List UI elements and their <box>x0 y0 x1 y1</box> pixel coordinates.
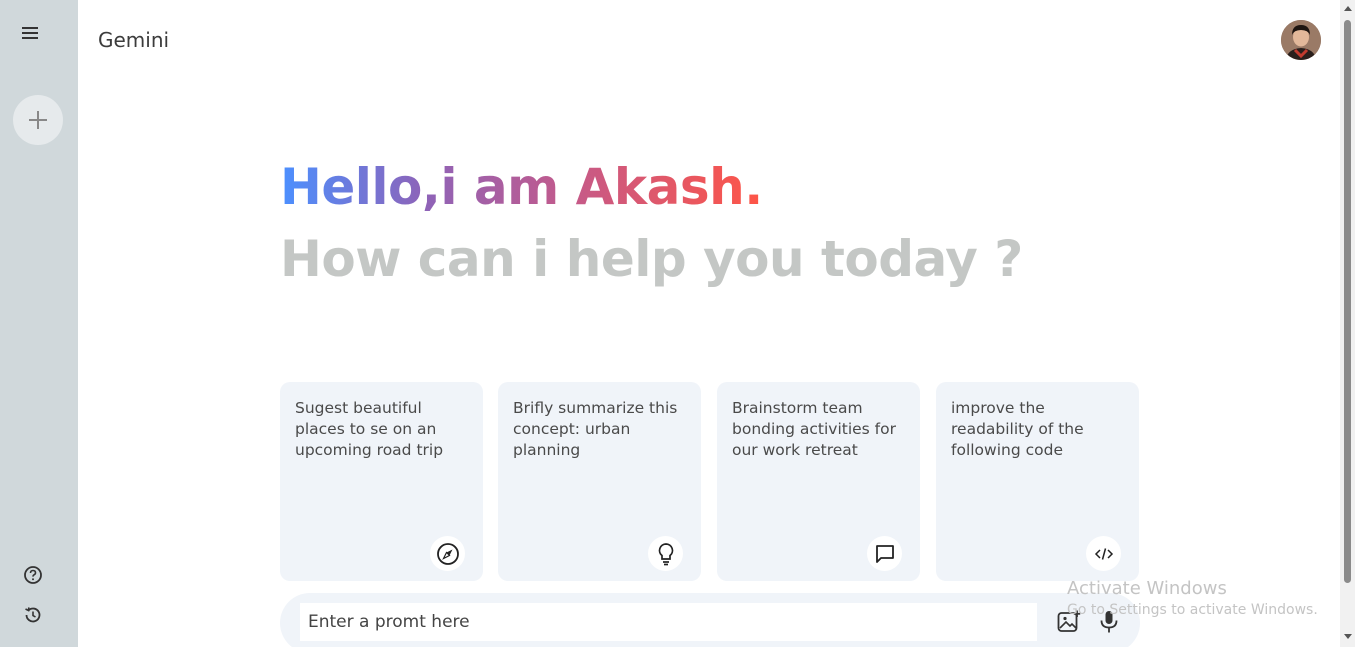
history-icon[interactable] <box>23 605 43 625</box>
card-text: Brifly summarize this concept: urban pla… <box>513 399 678 459</box>
prompt-input[interactable] <box>300 603 1037 641</box>
hamburger-menu-icon[interactable] <box>22 24 44 46</box>
microphone-icon[interactable] <box>1096 609 1122 635</box>
suggestion-card[interactable]: Brifly summarize this concept: urban pla… <box>498 382 701 581</box>
scroll-down-arrow-icon[interactable] <box>1344 634 1352 639</box>
suggestion-card[interactable]: Brainstorm team bonding activities for o… <box>717 382 920 581</box>
card-text: Brainstorm team bonding activities for o… <box>732 399 896 459</box>
scroll-thumb[interactable] <box>1344 20 1351 583</box>
vertical-scrollbar[interactable] <box>1340 0 1355 647</box>
app-title: Gemini <box>98 28 170 52</box>
greeting-title: Hello,i am Akash. <box>280 158 763 216</box>
code-icon <box>1086 536 1121 571</box>
card-text: Sugest beautiful places to se on an upco… <box>295 399 444 459</box>
scroll-up-arrow-icon[interactable] <box>1344 6 1352 11</box>
card-text: improve the readability of the following… <box>951 399 1084 459</box>
greeting-subtitle: How can i help you today ? <box>280 230 1023 288</box>
prompt-bar <box>280 593 1140 647</box>
message-icon <box>867 536 902 571</box>
compass-icon <box>430 536 465 571</box>
lightbulb-icon <box>648 536 683 571</box>
new-chat-button[interactable] <box>13 95 63 145</box>
help-icon[interactable] <box>23 565 43 585</box>
suggestion-card[interactable]: Sugest beautiful places to se on an upco… <box>280 382 483 581</box>
suggestion-card[interactable]: improve the readability of the following… <box>936 382 1139 581</box>
sidebar <box>0 0 78 647</box>
gallery-icon[interactable] <box>1056 609 1082 635</box>
user-avatar[interactable] <box>1281 20 1321 60</box>
plus-icon <box>29 111 47 129</box>
